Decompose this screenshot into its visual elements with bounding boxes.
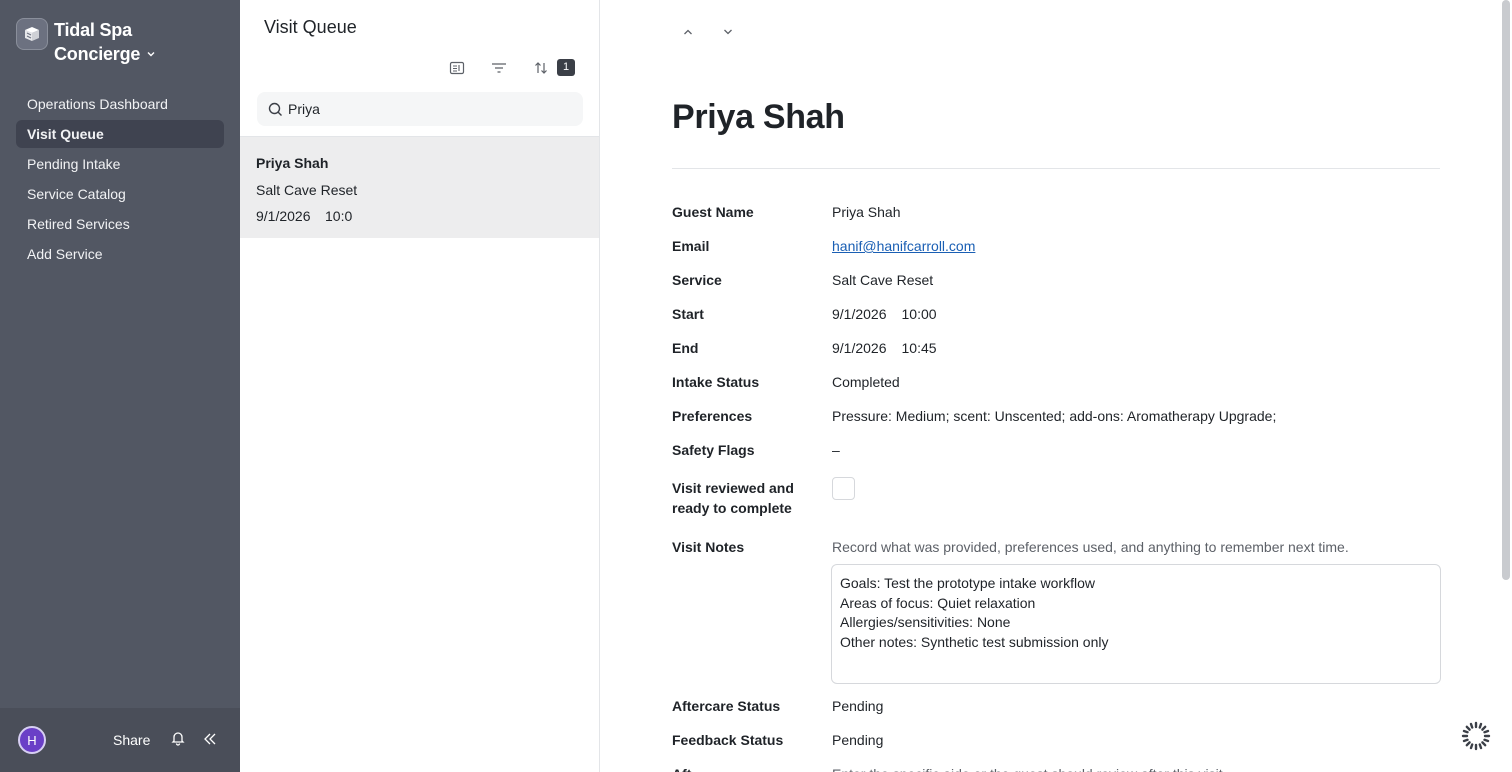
notes-line: Goals: Test the prototype intake workflo…: [840, 575, 1095, 591]
search-box: [257, 92, 583, 126]
notes-line: Areas of focus: Quiet relaxation: [840, 594, 1036, 611]
aftercare-status-value[interactable]: Pending: [832, 696, 883, 716]
reviewed-label-line1: Visit reviewed and: [672, 480, 794, 496]
email-link[interactable]: hanif@hanifcarroll.com: [832, 236, 975, 256]
end-label: End: [672, 340, 699, 356]
collapse-sidebar-icon[interactable]: [202, 731, 218, 752]
preferences-label: Preferences: [672, 408, 753, 424]
safety-flags-value[interactable]: –: [832, 440, 840, 460]
card-date: 9/1/2026: [256, 208, 311, 224]
search-input[interactable]: [288, 92, 568, 126]
start-value[interactable]: 9/1/2026 10:00: [832, 304, 937, 324]
visit-card[interactable]: Priya Shah Salt Cave Reset 9/1/2026 10:0…: [240, 137, 599, 238]
start-time: 10:00: [901, 306, 937, 322]
sidebar-item-pending-intake[interactable]: Pending Intake: [16, 150, 224, 178]
end-date: 9/1/2026: [832, 340, 887, 356]
safety-flags-label: Safety Flags: [672, 442, 755, 458]
guest-name-label: Guest Name: [672, 204, 754, 220]
sidebar-footer: H Share: [0, 708, 240, 772]
reviewed-checkbox[interactable]: [832, 477, 855, 500]
sidebar-item-service-catalog[interactable]: Service Catalog: [16, 180, 224, 208]
view-layout-icon[interactable]: [448, 59, 466, 77]
sidebar-item-add-service[interactable]: Add Service: [16, 240, 224, 268]
service-value[interactable]: Salt Cave Reset: [832, 270, 933, 290]
sort-count-badge: 1: [557, 59, 575, 76]
brand-name-line2: Concierge: [54, 44, 141, 64]
detail-pane: Priya Shah Guest Name Priya Shah Email h…: [600, 0, 1512, 772]
end-value[interactable]: 9/1/2026 10:45: [832, 338, 937, 358]
loading-spinner-icon: [1461, 721, 1491, 751]
start-date: 9/1/2026: [832, 306, 887, 322]
notes-line: Allergies/sensitivities: None: [840, 614, 1011, 631]
aftercare-notes-label: Aft: [672, 764, 691, 772]
feedback-status-value[interactable]: Pending: [832, 730, 883, 750]
preferences-value[interactable]: Pressure: Medium; scent: Unscented; add-…: [832, 406, 1276, 426]
reviewed-label: Visit reviewed and ready to complete: [672, 478, 794, 518]
workspace-switcher[interactable]: Tidal Spa Concierge: [16, 18, 156, 66]
guest-name-value[interactable]: Priya Shah: [832, 202, 900, 222]
intake-status-value[interactable]: Completed: [832, 372, 900, 392]
next-record-icon[interactable]: [720, 24, 736, 40]
visit-notes-textarea[interactable]: Goals: Test the prototype intake workflo…: [831, 564, 1441, 684]
share-button[interactable]: Share: [113, 732, 150, 748]
brand-name-line1: Tidal Spa: [54, 20, 132, 40]
reviewed-label-line2: ready to complete: [672, 500, 792, 516]
sidebar-item-visit-queue[interactable]: Visit Queue: [16, 120, 224, 148]
box-stack-icon: [16, 18, 48, 50]
record-title: Priya Shah: [672, 98, 845, 136]
sidebar-nav: Operations Dashboard Visit Queue Pending…: [16, 90, 224, 270]
end-time: 10:45: [901, 340, 937, 356]
sidebar: Tidal Spa Concierge Operations Dashboard…: [0, 0, 240, 772]
notes-line: Other notes: Synthetic test submission o…: [840, 633, 1109, 650]
filter-icon[interactable]: [490, 59, 508, 77]
avatar[interactable]: H: [18, 726, 46, 754]
start-label: Start: [672, 306, 704, 322]
sidebar-item-operations-dashboard[interactable]: Operations Dashboard: [16, 90, 224, 118]
list-title: Visit Queue: [264, 17, 357, 37]
list-pane: Visit Queue 1 Priya Shah Salt Cave Reset…: [240, 0, 600, 772]
feedback-status-label: Feedback Status: [672, 732, 784, 748]
search-icon: [268, 102, 282, 116]
card-time: 10:00: [325, 208, 352, 224]
chevron-down-icon: [147, 52, 155, 57]
card-service: Salt Cave Reset: [256, 182, 358, 198]
bell-icon[interactable]: [170, 730, 186, 751]
visit-notes-hint: Record what was provided, preferences us…: [832, 539, 1349, 555]
aftercare-status-label: Aftercare Status: [672, 698, 781, 714]
service-label: Service: [672, 272, 722, 288]
email-label: Email: [672, 238, 710, 254]
aftercare-notes-hint: Enter the specific aide or the guest sho…: [832, 764, 1223, 772]
sidebar-item-retired-services[interactable]: Retired Services: [16, 210, 224, 238]
sort-icon[interactable]: [532, 59, 550, 77]
divider: [672, 168, 1440, 169]
previous-record-icon[interactable]: [680, 24, 696, 40]
card-guest-name: Priya Shah: [256, 155, 329, 171]
scrollbar[interactable]: [1502, 0, 1510, 580]
intake-status-label: Intake Status: [672, 374, 760, 390]
visit-notes-label: Visit Notes: [672, 539, 745, 555]
